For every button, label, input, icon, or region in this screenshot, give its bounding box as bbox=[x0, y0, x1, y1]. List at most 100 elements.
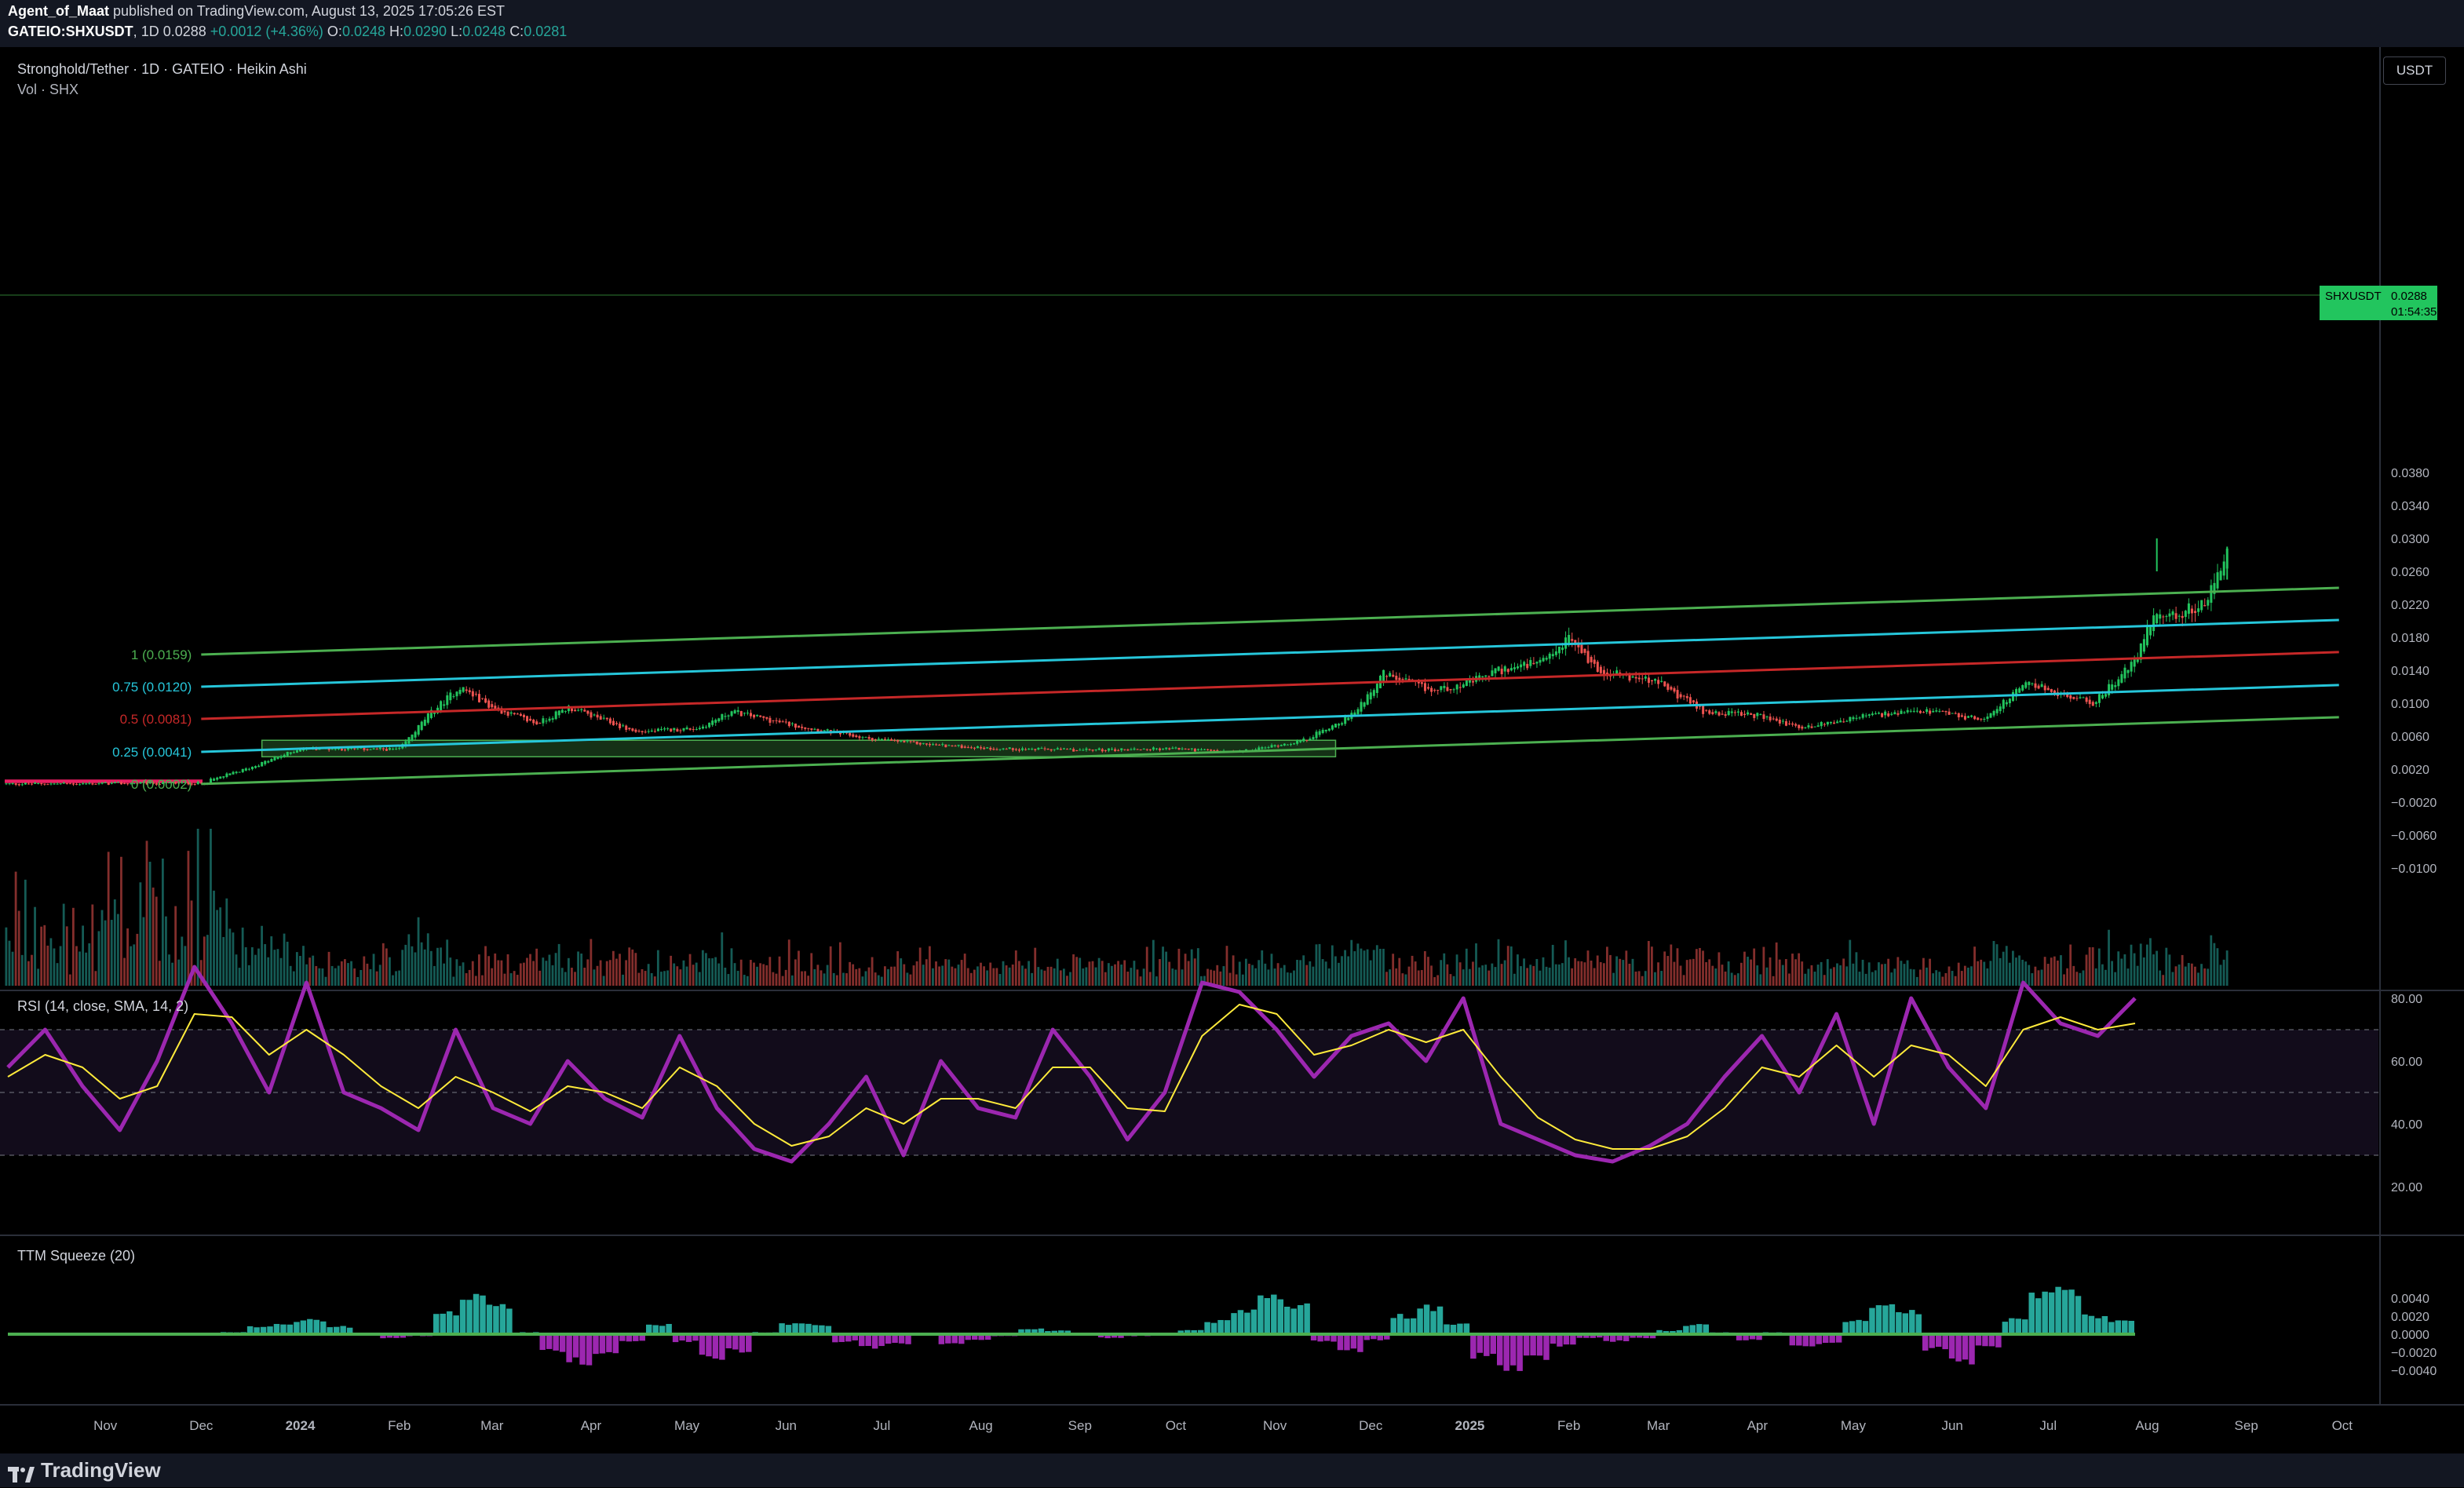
volume-bar bbox=[1372, 950, 1375, 986]
rsi-legend[interactable]: RSI (14, close, SMA, 14, 2) bbox=[17, 998, 188, 1015]
currency-button[interactable]: USDT bbox=[2383, 57, 2446, 85]
candle-body bbox=[193, 784, 196, 786]
volume-bar bbox=[1666, 956, 1670, 986]
volume-bar bbox=[238, 968, 241, 986]
ttm-bar bbox=[307, 1318, 313, 1334]
candle-body bbox=[2222, 561, 2225, 576]
candle-body bbox=[560, 709, 564, 713]
volume-bar bbox=[177, 959, 181, 986]
volume-bar bbox=[1551, 944, 1554, 986]
candle-body bbox=[1989, 713, 1992, 718]
candle-body bbox=[2050, 688, 2053, 692]
volume-bar bbox=[1881, 964, 1883, 986]
candle-body bbox=[91, 783, 94, 785]
ttm-bar bbox=[878, 1334, 885, 1347]
volume-bar bbox=[446, 939, 449, 986]
ttm-legend[interactable]: TTM Squeeze (20) bbox=[17, 1248, 135, 1264]
volume-bar bbox=[2171, 972, 2174, 986]
candle-body bbox=[1420, 682, 1423, 684]
volume-bar bbox=[404, 944, 407, 986]
volume-bar bbox=[17, 910, 20, 986]
candle-body bbox=[344, 749, 347, 751]
volume-bar bbox=[2108, 929, 2110, 986]
candle-body bbox=[2034, 683, 2037, 688]
volume-bar bbox=[392, 975, 394, 986]
volume-bar bbox=[580, 953, 583, 986]
volume-bar bbox=[673, 963, 676, 986]
volume-bar bbox=[2200, 964, 2203, 986]
volume-bar bbox=[1977, 961, 1980, 986]
volume-legend[interactable]: Vol · SHX bbox=[17, 82, 78, 98]
volume-bar bbox=[312, 955, 315, 986]
candle-body bbox=[1509, 668, 1513, 671]
tradingview-brand: TradingView bbox=[41, 1458, 161, 1482]
ttm-bar bbox=[1210, 1322, 1217, 1334]
candle-body bbox=[100, 782, 104, 784]
ttm-bar bbox=[798, 1323, 805, 1334]
candle-body bbox=[605, 717, 608, 720]
volume-bar bbox=[250, 946, 254, 986]
candle-body bbox=[420, 721, 423, 731]
volume-bar bbox=[1293, 970, 1295, 986]
tradingview-logo[interactable]: TradingView bbox=[8, 1458, 161, 1483]
volume-bar bbox=[206, 935, 209, 986]
ttm-bar bbox=[2015, 1318, 2022, 1334]
volume-bar bbox=[1423, 950, 1426, 986]
candle-body bbox=[1568, 635, 1571, 644]
volume-bar bbox=[436, 947, 439, 986]
symbol-name[interactable]: GATEIO:SHXUSDT bbox=[8, 24, 133, 39]
volume-bar bbox=[1049, 966, 1053, 986]
candle-body bbox=[49, 783, 53, 785]
volume-bar bbox=[2130, 944, 2133, 986]
fib-level-label: 0.75 (0.0120) bbox=[112, 680, 192, 695]
time-tick-label: 2025 bbox=[1455, 1418, 1485, 1433]
candle-body bbox=[381, 748, 385, 749]
candle-body bbox=[1554, 651, 1557, 655]
volume-bar bbox=[1171, 968, 1174, 986]
author-name[interactable]: Agent_of_Maat bbox=[8, 3, 109, 19]
volume-bar bbox=[1248, 963, 1250, 986]
rsi-pane: 80.00 60.00 40.00 20.00 bbox=[0, 965, 2422, 1194]
candle-body bbox=[2088, 699, 2091, 705]
volume-bar bbox=[634, 953, 637, 986]
candle-body bbox=[126, 783, 130, 785]
volume-bar bbox=[2159, 970, 2162, 986]
volume-bar bbox=[526, 957, 528, 986]
candle-body bbox=[670, 728, 673, 732]
candle-body bbox=[1270, 745, 1273, 748]
volume-bar bbox=[168, 954, 170, 986]
volume-bar bbox=[353, 968, 356, 986]
volume-bar bbox=[1615, 956, 1619, 986]
chart-legend-title[interactable]: Stronghold/Tether · 1D · GATEIO · Heikin… bbox=[17, 61, 307, 78]
volume-bar bbox=[1724, 971, 1727, 986]
chart-canvas[interactable]: 1 (0.0159) 0.75 (0.0120) 0.5 (0.0081) 0.25 … bbox=[0, 47, 2464, 1453]
ttm-bar bbox=[1995, 1334, 2002, 1348]
candle-body bbox=[1520, 664, 1523, 668]
candle-body bbox=[1688, 697, 1692, 704]
volume-bar bbox=[2018, 955, 2020, 986]
volume-bar bbox=[40, 926, 43, 986]
ttm-bar bbox=[1948, 1334, 1955, 1359]
ttm-bar bbox=[1962, 1334, 1969, 1360]
candle-body bbox=[378, 747, 381, 749]
volume-bar bbox=[414, 952, 417, 986]
volume-bar bbox=[1845, 966, 1849, 986]
candle-body bbox=[867, 737, 871, 739]
candle-body bbox=[2216, 572, 2219, 589]
time-tick-label: Mar bbox=[480, 1418, 504, 1433]
candle-body bbox=[1670, 687, 1673, 690]
candle-body bbox=[1596, 662, 1599, 673]
volume-bar bbox=[1932, 973, 1935, 986]
ttm-bar bbox=[1889, 1304, 1896, 1334]
candle-body bbox=[1634, 677, 1637, 679]
volume-bar bbox=[440, 947, 442, 986]
candle-body bbox=[1037, 747, 1040, 750]
candle-body bbox=[1436, 690, 1440, 691]
candle-body bbox=[1503, 666, 1506, 672]
volume-bar bbox=[1286, 972, 1289, 986]
volume-bar bbox=[918, 947, 922, 986]
volume-bar bbox=[590, 939, 593, 986]
volume-bar bbox=[790, 975, 794, 986]
candle-body bbox=[622, 725, 625, 727]
ttm-bar bbox=[2088, 1315, 2095, 1334]
